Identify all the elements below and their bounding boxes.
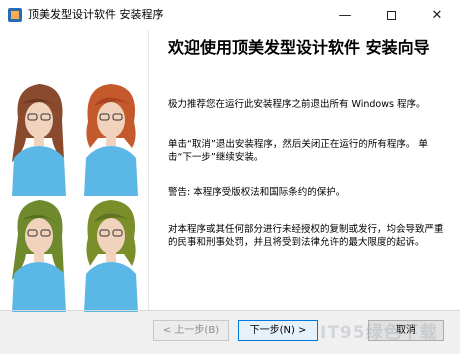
panel-divider bbox=[148, 30, 149, 310]
app-icon bbox=[8, 8, 22, 22]
hairstyle-portrait-image bbox=[12, 200, 66, 312]
hairstyle-portrait-image bbox=[84, 200, 138, 312]
title-bar: 顶美发型设计软件 安装程序 — ✕ bbox=[0, 0, 460, 30]
window-title: 顶美发型设计软件 安装程序 bbox=[28, 8, 164, 21]
site-watermark: IT95绿色下载 bbox=[320, 323, 438, 343]
back-button[interactable]: < 上一步(B) bbox=[153, 320, 229, 341]
hairstyle-portrait-image bbox=[84, 84, 138, 196]
maximize-icon bbox=[386, 10, 396, 20]
maximize-button[interactable] bbox=[368, 0, 414, 30]
instructions-text: 单击“取消”退出安装程序，然后关闭正在运行的所有程序。 单击“下一步”继续安装。 bbox=[168, 139, 428, 163]
exit-programs-text: 极力推荐您在运行此安装程序之前退出所有 Windows 程序。 bbox=[168, 99, 426, 110]
legal-notice-text: 对本程序或其任何部分进行未经授权的复制或发行，均会导致严重的民事和刑事处罚，并且… bbox=[168, 224, 444, 248]
copyright-warning-text: 警告: 本程序受版权法和国际条约的保护。 bbox=[168, 187, 346, 198]
close-button[interactable]: ✕ bbox=[414, 0, 460, 30]
banner-panel bbox=[0, 30, 148, 312]
content-panel bbox=[148, 30, 460, 310]
close-icon: ✕ bbox=[431, 7, 443, 23]
hairstyle-portrait-image bbox=[12, 84, 66, 196]
minimize-button[interactable]: — bbox=[322, 0, 368, 30]
next-button[interactable]: 下一步(N) > bbox=[238, 320, 318, 341]
button-bar-separator bbox=[0, 310, 460, 311]
welcome-heading: 欢迎使用顶美发型设计软件 安装向导 bbox=[168, 38, 430, 57]
minimize-icon: — bbox=[338, 7, 352, 23]
